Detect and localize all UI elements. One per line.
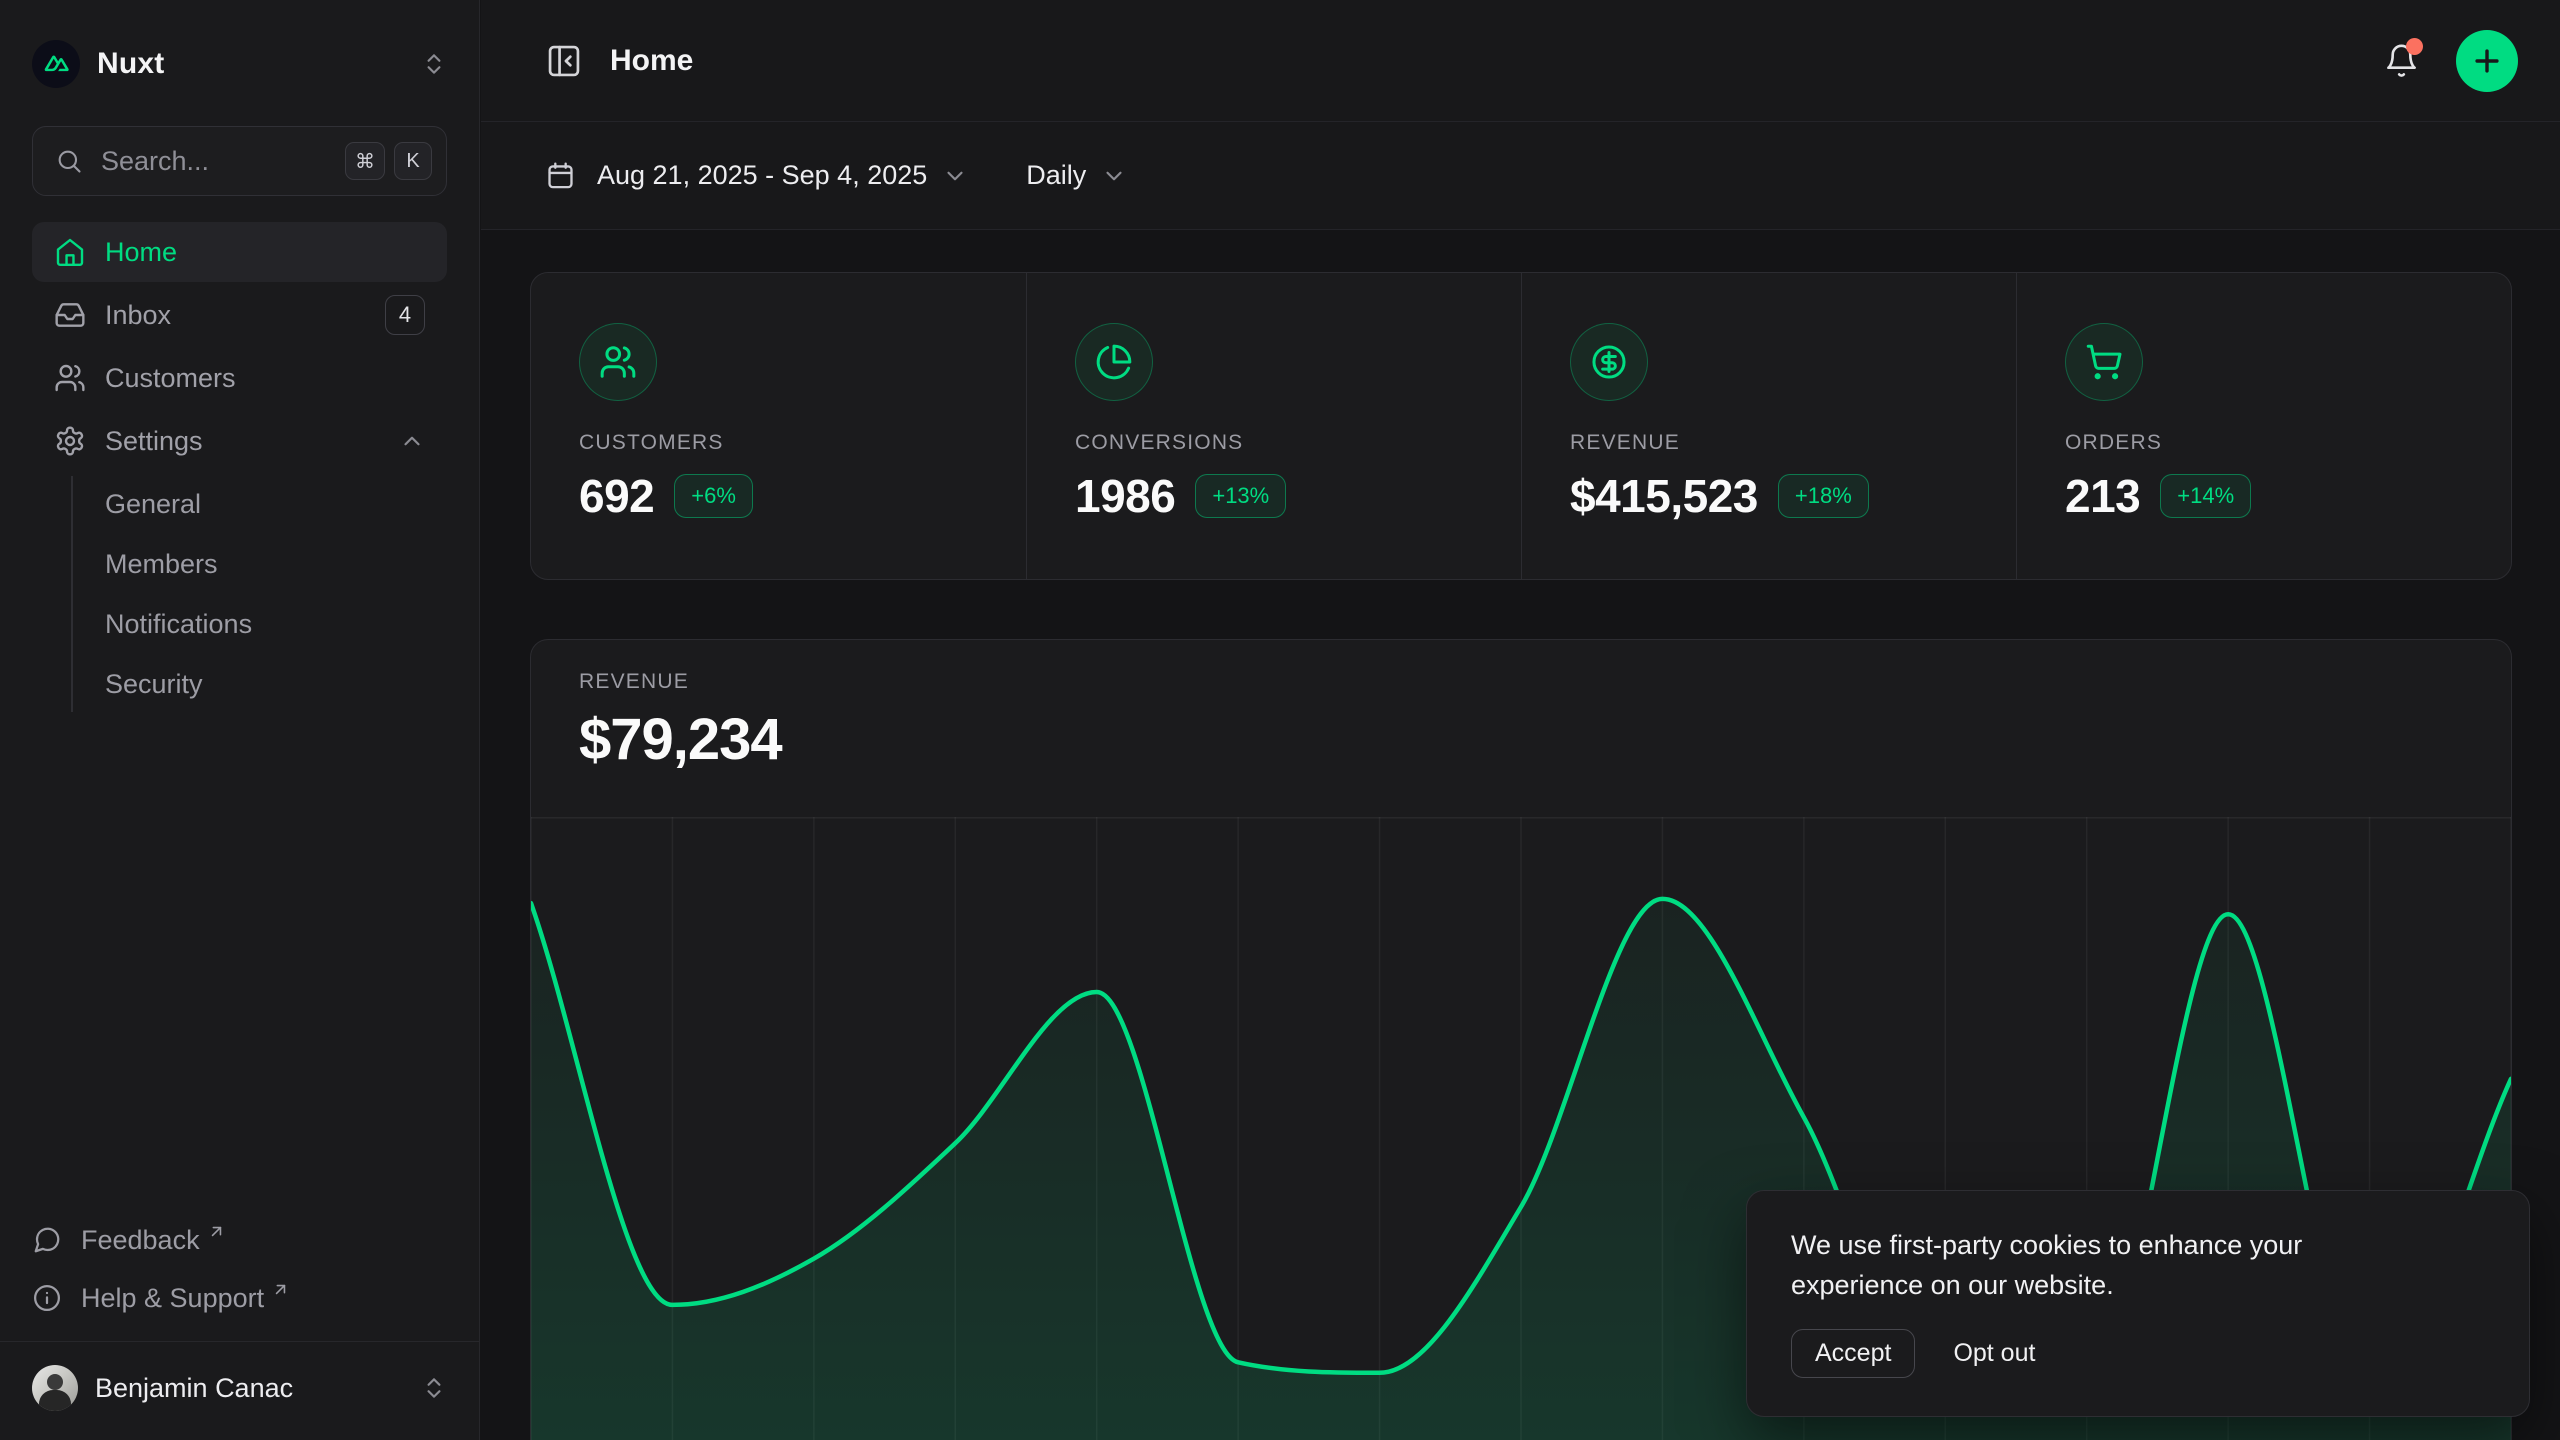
workspace-selector[interactable]: Nuxt xyxy=(32,38,447,90)
sidebar-item-label: Home xyxy=(105,237,177,268)
stat-conversions: CONVERSIONS 1986 +13% xyxy=(1026,273,1521,579)
chevrons-up-down-icon xyxy=(421,1375,447,1401)
sidebar-item-inbox[interactable]: Inbox 4 xyxy=(32,285,447,345)
revenue-chart-value: $79,234 xyxy=(579,706,2463,773)
search-icon xyxy=(55,147,83,175)
page-title: Home xyxy=(610,44,693,78)
kbd-cmd: ⌘ xyxy=(345,142,385,180)
header-actions xyxy=(2383,30,2518,92)
inbox-icon xyxy=(54,299,86,331)
add-button[interactable] xyxy=(2456,30,2518,92)
kbd-k: K xyxy=(394,142,432,180)
stat-value: 1986 xyxy=(1075,469,1175,523)
user-menu[interactable]: Benjamin Canac xyxy=(32,1362,447,1414)
stat-orders: ORDERS 213 +14% xyxy=(2016,273,2511,579)
sidebar-user-section: Benjamin Canac xyxy=(0,1341,479,1440)
stat-value: $415,523 xyxy=(1570,469,1758,523)
stat-delta-badge: +6% xyxy=(674,474,753,518)
search-placeholder: Search... xyxy=(101,146,336,177)
inbox-count-badge: 4 xyxy=(385,295,425,335)
chevron-down-icon xyxy=(942,163,968,189)
stat-label: ORDERS xyxy=(2065,431,2463,455)
stat-delta-badge: +14% xyxy=(2160,474,2251,518)
sidebar-nav: Home Inbox 4 Customers Settings xyxy=(32,222,447,717)
sidebar-collapse-button[interactable] xyxy=(545,42,583,80)
circle-dollar-icon xyxy=(1570,323,1648,401)
help-support-link[interactable]: Help & Support xyxy=(32,1269,447,1327)
stat-value: 692 xyxy=(579,469,654,523)
revenue-chart-header: REVENUE $79,234 xyxy=(531,640,2511,773)
sidebar-subitem-general[interactable]: General xyxy=(32,474,447,534)
stat-label: REVENUE xyxy=(1570,431,1968,455)
sidebar-subitem-members[interactable]: Members xyxy=(32,534,447,594)
stat-label: CONVERSIONS xyxy=(1075,431,1473,455)
external-link-icon xyxy=(207,1222,226,1241)
date-range-value: Aug 21, 2025 - Sep 4, 2025 xyxy=(597,160,927,191)
search-input[interactable]: Search... ⌘ K xyxy=(32,126,447,196)
sidebar-footer-links: Feedback Help & Support xyxy=(32,1211,447,1327)
help-support-label: Help & Support xyxy=(81,1283,264,1314)
calendar-icon xyxy=(545,160,576,191)
stat-delta-badge: +13% xyxy=(1195,474,1286,518)
stat-label: CUSTOMERS xyxy=(579,431,978,455)
user-name: Benjamin Canac xyxy=(95,1373,293,1404)
shopping-cart-icon xyxy=(2065,323,2143,401)
stat-customers: CUSTOMERS 692 +6% xyxy=(531,273,1026,579)
notifications-button[interactable] xyxy=(2383,42,2420,79)
chevron-up-icon xyxy=(399,428,425,454)
users-icon xyxy=(579,323,657,401)
notification-dot xyxy=(2406,38,2423,55)
home-icon xyxy=(54,236,86,268)
date-range-picker[interactable]: Aug 21, 2025 - Sep 4, 2025 xyxy=(545,160,968,191)
settings-subnav: General Members Notifications Security xyxy=(32,474,447,714)
cookie-banner: We use first-party cookies to enhance yo… xyxy=(1746,1190,2530,1417)
sidebar-item-settings[interactable]: Settings xyxy=(32,411,447,471)
workspace-name: Nuxt xyxy=(97,47,164,81)
page-header: Home xyxy=(481,0,2560,122)
stat-value: 213 xyxy=(2065,469,2140,523)
accept-button[interactable]: Accept xyxy=(1791,1329,1915,1378)
filters-toolbar: Aug 21, 2025 - Sep 4, 2025 Daily xyxy=(481,122,2560,230)
feedback-link[interactable]: Feedback xyxy=(32,1211,447,1269)
chat-bubble-icon xyxy=(32,1225,62,1255)
pie-chart-icon xyxy=(1075,323,1153,401)
gear-icon xyxy=(54,425,86,457)
sidebar-item-label: Inbox xyxy=(105,300,171,331)
opt-out-button[interactable]: Opt out xyxy=(1953,1339,2035,1368)
sidebar-item-customers[interactable]: Customers xyxy=(32,348,447,408)
app-window: Nuxt Search... ⌘ K Home xyxy=(0,0,2560,1440)
external-link-icon xyxy=(271,1280,290,1299)
stat-revenue: REVENUE $415,523 +18% xyxy=(1521,273,2016,579)
users-icon xyxy=(54,362,86,394)
sidebar-item-label: Settings xyxy=(105,426,203,457)
cookie-actions: Accept Opt out xyxy=(1791,1329,2485,1378)
sidebar: Nuxt Search... ⌘ K Home xyxy=(0,0,480,1440)
revenue-chart-label: REVENUE xyxy=(579,670,2463,694)
chevron-down-icon xyxy=(1101,163,1127,189)
granularity-value: Daily xyxy=(1026,160,1086,191)
sidebar-subitem-security[interactable]: Security xyxy=(32,654,447,714)
sidebar-subitem-notifications[interactable]: Notifications xyxy=(32,594,447,654)
avatar xyxy=(32,1365,78,1411)
feedback-label: Feedback xyxy=(81,1225,200,1256)
sidebar-item-label: Customers xyxy=(105,363,236,394)
stats-row: CUSTOMERS 692 +6% CONVERSIONS 1986 +13% xyxy=(530,272,2512,580)
stat-delta-badge: +18% xyxy=(1778,474,1869,518)
sidebar-spacer xyxy=(0,717,479,1211)
sidebar-item-home[interactable]: Home xyxy=(32,222,447,282)
granularity-select[interactable]: Daily xyxy=(1026,160,1127,191)
info-circle-icon xyxy=(32,1283,62,1313)
cookie-message: We use first-party cookies to enhance yo… xyxy=(1791,1225,2421,1305)
nuxt-logo-icon xyxy=(32,40,80,88)
chevrons-up-down-icon xyxy=(421,51,447,77)
